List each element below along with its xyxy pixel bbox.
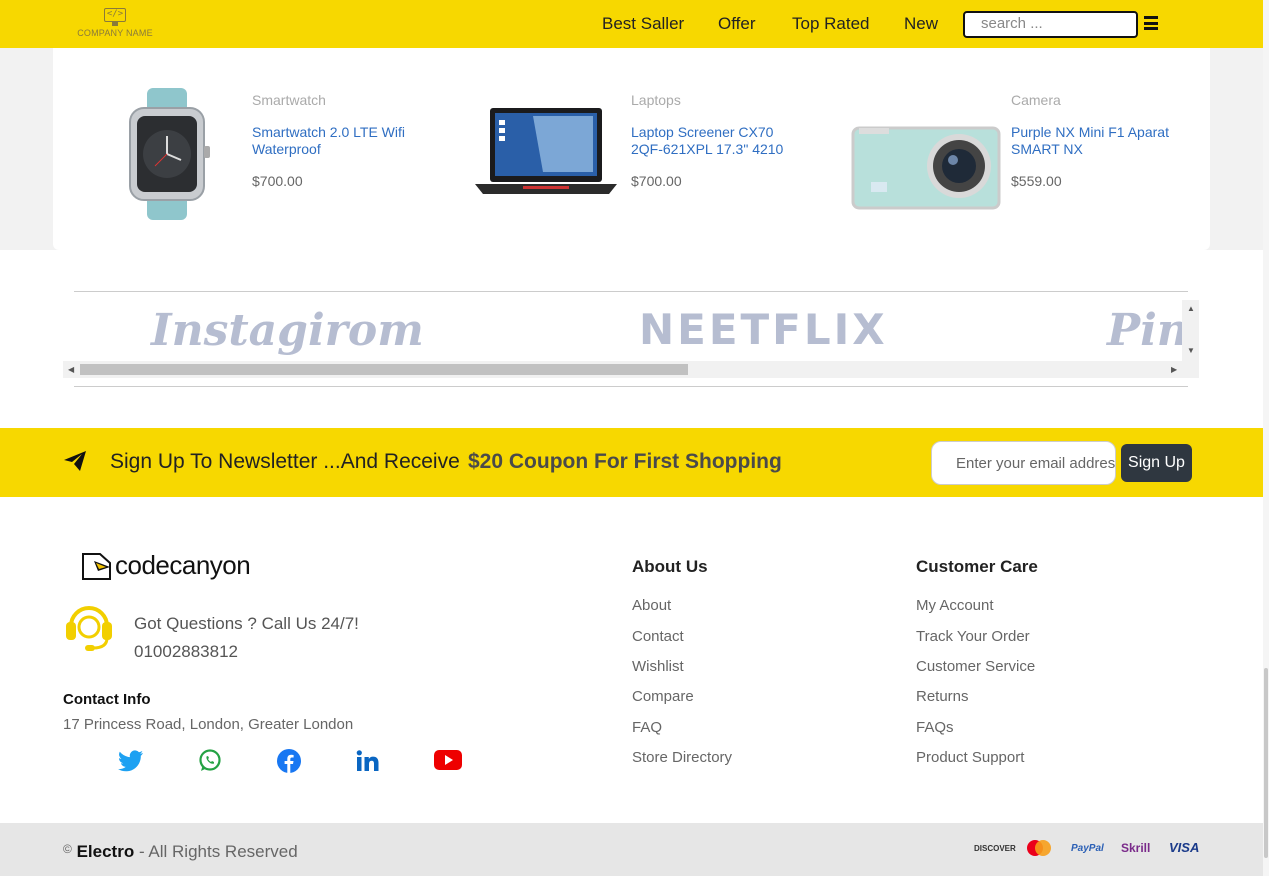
nav-offer[interactable]: Offer — [718, 14, 755, 34]
brands-carousel[interactable]: Instagirom NEETFLIX Pin ▲ ▼ ◀ ▶ — [63, 300, 1199, 378]
paper-plane-icon — [64, 451, 86, 471]
divider — [74, 291, 1188, 292]
scroll-right-icon[interactable]: ▶ — [1171, 365, 1177, 374]
product-category: Laptops — [631, 92, 681, 108]
whatsapp-icon[interactable] — [198, 749, 222, 773]
hamburger-menu-icon[interactable] — [1144, 16, 1158, 30]
camera-image — [851, 126, 1001, 210]
copyright-brand[interactable]: Electro — [77, 842, 135, 861]
products-panel: Smartwatch Smartwatch 2.0 LTE Wifi Water… — [53, 48, 1210, 250]
nav-best-saller[interactable]: Best Saller — [602, 14, 684, 34]
divider — [74, 386, 1188, 387]
scroll-up-icon[interactable]: ▲ — [1187, 304, 1195, 313]
headset-icon — [66, 606, 112, 651]
linkedin-icon[interactable] — [356, 749, 380, 773]
discover-icon: DISCOVER — [974, 844, 1016, 853]
product-name[interactable]: Purple NX Mini F1 Aparat SMART NX — [1011, 124, 1181, 158]
sign-up-button[interactable]: Sign Up — [1121, 444, 1192, 482]
product-card[interactable]: Smartwatch Smartwatch 2.0 LTE Wifi Water… — [53, 48, 423, 250]
youtube-icon[interactable] — [434, 749, 462, 771]
link-customer-service[interactable]: Customer Service — [916, 658, 1035, 675]
product-price: $700.00 — [631, 173, 682, 189]
footer: codecanyon Got Questions ? Call Us 24/7!… — [0, 497, 1263, 823]
about-us-title: About Us — [632, 557, 708, 576]
link-contact[interactable]: Contact — [632, 628, 684, 645]
phone-number[interactable]: 01002883812 — [134, 642, 238, 662]
newsletter-coupon: $20 Coupon For First Shopping — [468, 450, 782, 473]
link-store-directory[interactable]: Store Directory — [632, 749, 732, 766]
brand-logo[interactable]: Pin — [1107, 305, 1189, 356]
link-wishlist[interactable]: Wishlist — [632, 658, 684, 675]
copyright: © Electro - All Rights Reserved — [63, 842, 298, 861]
product-name[interactable]: Smartwatch 2.0 LTE Wifi Waterproof — [252, 124, 427, 158]
page-scrollbar-thumb[interactable] — [1264, 668, 1268, 858]
customer-care-title: Customer Care — [916, 557, 1038, 576]
link-compare[interactable]: Compare — [632, 688, 694, 705]
contact-info-title: Contact Info — [63, 691, 151, 708]
search-input[interactable]: search ... — [963, 11, 1138, 38]
link-product-support[interactable]: Product Support — [916, 749, 1024, 766]
code-icon: </> — [104, 8, 126, 22]
scroll-down-icon[interactable]: ▼ — [1187, 346, 1195, 355]
email-input[interactable]: Enter your email address — [931, 441, 1116, 485]
smartwatch-image — [129, 88, 210, 220]
product-card[interactable]: Camera Purple NX Mini F1 Aparat SMART NX… — [833, 48, 1210, 250]
address: 17 Princess Road, London, Greater London — [63, 716, 354, 733]
logo-text: COMPANY NAME — [77, 28, 153, 38]
product-card[interactable]: Laptops Laptop Screener CX70 2QF-621XPL … — [443, 48, 823, 250]
product-category: Smartwatch — [252, 92, 326, 108]
call-us-text: Got Questions ? Call Us 24/7! — [134, 614, 359, 633]
product-category: Camera — [1011, 92, 1061, 108]
newsletter-bar: Sign Up To Newsletter ...And Receive $20… — [0, 428, 1263, 497]
bottom-bar: © Electro - All Rights Reserved DISCOVER… — [0, 823, 1263, 876]
skrill-icon: Skrill — [1121, 841, 1151, 855]
link-my-account[interactable]: My Account — [916, 597, 994, 614]
twitter-icon[interactable] — [118, 749, 144, 773]
nav-top-rated[interactable]: Top Rated — [792, 14, 870, 34]
link-returns[interactable]: Returns — [916, 688, 969, 705]
scroll-left-icon[interactable]: ◀ — [68, 365, 74, 374]
link-track-order[interactable]: Track Your Order — [916, 628, 1030, 645]
newsletter-text: Sign Up To Newsletter ...And Receive — [110, 450, 460, 473]
product-name[interactable]: Laptop Screener CX70 2QF-621XPL 17.3" 42… — [631, 124, 801, 158]
mastercard-icon — [1027, 840, 1051, 856]
brand-logo[interactable]: NEETFLIX — [639, 305, 888, 354]
link-about[interactable]: About — [632, 597, 671, 614]
product-price: $700.00 — [252, 173, 303, 189]
laptop-image — [475, 108, 617, 194]
link-faq[interactable]: FAQ — [632, 719, 662, 736]
codecanyon-logo-icon[interactable] — [80, 551, 112, 581]
product-price: $559.00 — [1011, 173, 1062, 189]
horizontal-scrollbar[interactable]: ◀ ▶ — [63, 361, 1199, 378]
scrollbar-thumb[interactable] — [80, 364, 688, 375]
visa-icon: VISA — [1169, 840, 1200, 855]
facebook-icon[interactable] — [277, 749, 301, 773]
nav-new[interactable]: New — [904, 14, 938, 34]
top-header: </> COMPANY NAME Best Saller Offer Top R… — [0, 0, 1263, 48]
vertical-scrollbar[interactable]: ▲ ▼ — [1182, 300, 1199, 361]
codecanyon-brand[interactable]: codecanyon — [115, 550, 251, 581]
company-logo[interactable]: </> COMPANY NAME — [70, 8, 160, 40]
link-faqs[interactable]: FAQs — [916, 719, 954, 736]
paypal-icon: PayPal — [1071, 843, 1104, 854]
brand-logo[interactable]: Instagirom — [151, 305, 424, 356]
